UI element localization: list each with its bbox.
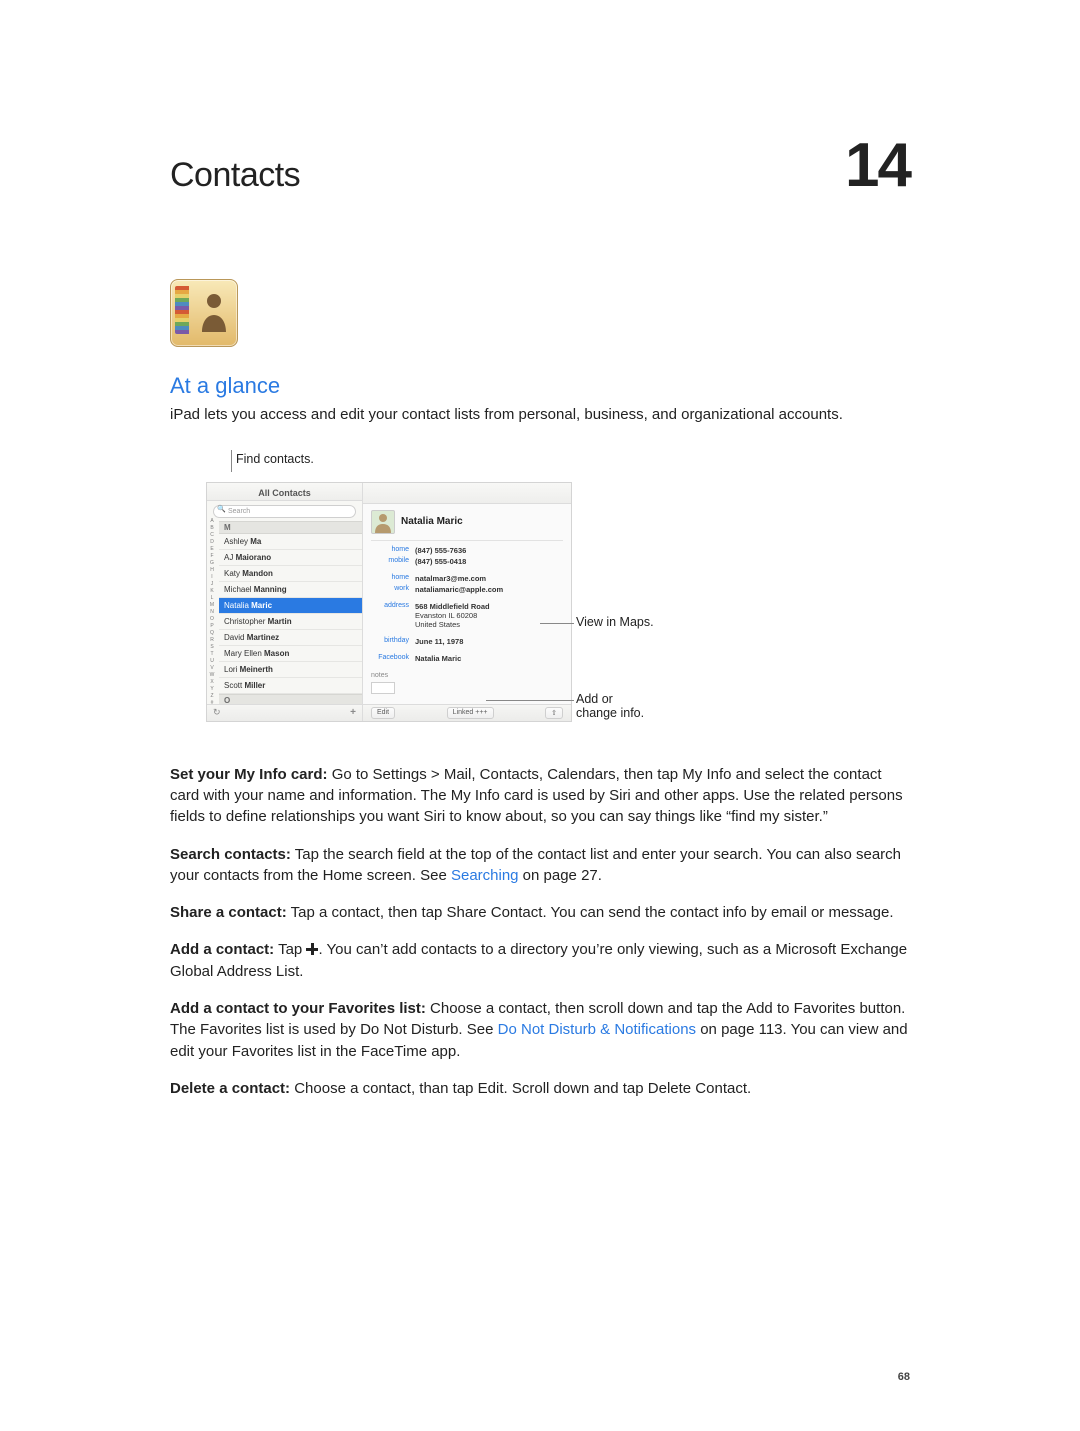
index-letter[interactable]: E [210,546,213,552]
detail-field[interactable]: worknataliamaric@apple.com [371,584,563,595]
paragraph-add: Add a contact: Tap . You can’t add conta… [170,939,910,982]
paragraph-delete: Delete a contact: Choose a contact, than… [170,1078,910,1099]
callout-find-contacts: Find contacts. [232,452,314,466]
index-letter[interactable]: B [210,525,213,531]
list-item[interactable]: Christopher Martin [219,614,362,630]
detail-field[interactable]: mobile(847) 555-0418 [371,556,563,567]
index-letter[interactable]: C [210,532,214,538]
add-contact-button[interactable]: + [350,707,356,718]
list-item[interactable]: Lori Meinerth [219,662,362,678]
screenshot-figure: Find contacts. All Contacts Search ABCDE… [170,452,910,734]
list-item[interactable]: AJ Maiorano [219,550,362,566]
list-item[interactable]: Michael Manning [219,582,362,598]
detail-field[interactable]: birthdayJune 11, 1978 [371,636,563,647]
contacts-list-panel: All Contacts Search ABCDEFGHIJKLMNOPQRST… [207,483,363,721]
share-button[interactable]: ⇧ [545,707,563,719]
index-letter[interactable]: M [210,602,214,608]
search-input[interactable]: Search [213,505,356,518]
detail-field[interactable]: homenatalmar3@me.com [371,573,563,584]
contacts-screenshot: All Contacts Search ABCDEFGHIJKLMNOPQRST… [206,482,572,722]
list-item[interactable]: David Martinez [219,630,362,646]
index-letter[interactable]: U [210,658,214,664]
list-section-header: M [219,521,362,534]
index-letter[interactable]: S [210,644,213,650]
index-letter[interactable]: I [211,574,212,580]
index-letter[interactable]: W [210,672,215,678]
notes-field[interactable] [371,682,395,694]
index-letter[interactable]: P [210,623,213,629]
index-letter[interactable]: D [210,539,214,545]
list-item[interactable]: Scott Miller [219,678,362,694]
index-letter[interactable]: J [211,581,214,587]
index-letter[interactable]: G [210,560,214,566]
list-item[interactable]: Natalia Maric [219,598,362,614]
linked-button[interactable]: Linked +++ [447,707,494,719]
alphabet-index[interactable]: ABCDEFGHIJKLMNOPQRSTUVWXYZ# [207,516,217,721]
detail-field[interactable]: address568 Middlefield RoadEvanston IL 6… [371,601,563,630]
index-letter[interactable]: X [210,679,213,685]
index-letter[interactable]: V [210,665,213,671]
page-number: 68 [898,1371,910,1383]
index-letter[interactable]: # [211,700,214,706]
callout-view-in-maps: View in Maps. [576,615,654,629]
detail-field[interactable]: home(847) 555-7636 [371,545,563,556]
index-letter[interactable]: K [210,588,213,594]
contacts-list-title: All Contacts [207,483,362,501]
list-item[interactable]: Mary Ellen Mason [219,646,362,662]
index-letter[interactable]: A [210,518,213,524]
index-letter[interactable]: N [210,609,214,615]
index-letter[interactable]: Y [210,686,213,692]
callout-add-change-info: Add or change info. [576,692,644,720]
chapter-title: Contacts [170,156,300,195]
index-letter[interactable]: L [211,595,214,601]
list-item[interactable]: Katy Mandon [219,566,362,582]
contacts-app-icon [170,279,238,347]
contact-detail-panel: Natalia Maric home(847) 555-7636mobile(8… [363,483,571,721]
link-dnd-notifications[interactable]: Do Not Disturb & Notifications [498,1021,696,1038]
list-section-header: O [219,694,362,704]
paragraph-my-info: Set your My Info card: Go to Settings > … [170,764,910,828]
detail-field[interactable]: FacebookNatalia Maric [371,653,563,664]
index-letter[interactable]: H [210,567,214,573]
edit-button[interactable]: Edit [371,707,395,719]
section-heading: At a glance [170,373,910,399]
chapter-header: Contacts 14 [170,130,910,201]
index-letter[interactable]: R [210,637,214,643]
chapter-number: 14 [845,130,910,201]
index-letter[interactable]: F [210,553,213,559]
link-searching[interactable]: Searching [451,867,519,884]
paragraph-share: Share a contact: Tap a contact, then tap… [170,902,910,923]
avatar [371,510,395,534]
index-letter[interactable]: Q [210,630,214,636]
index-letter[interactable]: O [210,616,214,622]
paragraph-search: Search contacts: Tap the search field at… [170,844,910,887]
contact-name: Natalia Maric [401,516,463,527]
notes-label: notes [371,672,563,679]
intro-paragraph: iPad lets you access and edit your conta… [170,405,910,426]
index-letter[interactable]: Z [210,693,213,699]
paragraph-favorites: Add a contact to your Favorites list: Ch… [170,998,910,1062]
index-letter[interactable]: T [210,651,213,657]
list-item[interactable]: Ashley Ma [219,534,362,550]
plus-icon [306,943,318,955]
